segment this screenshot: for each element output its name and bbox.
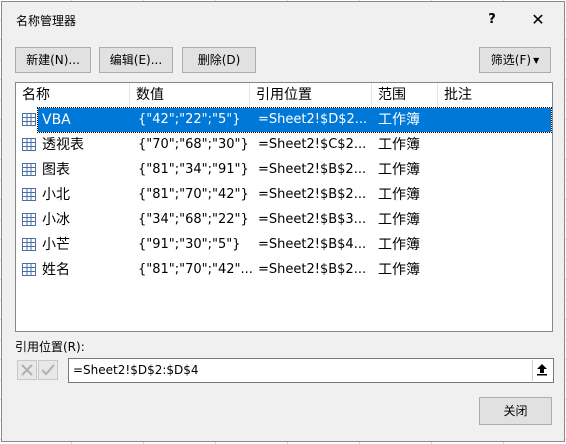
delete-button[interactable]: 删除(D) [182, 47, 256, 73]
reference-label: 引用位置(R): [15, 340, 85, 354]
cell-name: 小芒 [42, 237, 70, 253]
table-row[interactable]: 小芒 {"91";"30";"5"} =Sheet2!$B$4... 工作簿 [16, 233, 552, 257]
column-header-ref[interactable]: 引用位置 [250, 83, 372, 107]
collapse-arrow-icon [537, 364, 547, 376]
cell-name: 图表 [42, 162, 70, 178]
cell-comment [444, 133, 544, 157]
table-row[interactable]: 透视表 {"70";"68";"30"} =Sheet2!$C$2... 工作簿 [16, 133, 552, 157]
cell-ref: =Sheet2!$B$3... [258, 212, 367, 227]
cancel-x-button[interactable] [17, 360, 37, 380]
cell-value: {"81";"70";"42"... [138, 262, 253, 277]
cell-comment [444, 158, 544, 182]
column-header-value[interactable]: 数值 [130, 83, 250, 107]
cell-name: 小北 [42, 187, 70, 203]
cell-ref: =Sheet2!$B$4... [258, 237, 367, 252]
cell-ref: =Sheet2!$B$2... [258, 162, 367, 177]
name-manager-dialog: 名称管理器 ? ✕ 新建(N)... 编辑(E)... 删除(D) 筛选(F) ▼… [1, 1, 565, 442]
named-range-icon [22, 188, 36, 201]
reference-input[interactable]: =Sheet2!$D$2:$D$4 [68, 358, 554, 383]
cell-value: {"81";"34";"91"} [138, 162, 249, 177]
cell-name: 透视表 [42, 137, 84, 153]
title-bar[interactable]: 名称管理器 ? ✕ [2, 2, 564, 36]
close-icon[interactable]: ✕ [526, 9, 550, 31]
column-header-comment[interactable]: 批注 [438, 83, 552, 107]
table-row[interactable]: 小北 {"81";"70";"42"} =Sheet2!$B$2... 工作簿 [16, 183, 552, 207]
cell-value: {"81";"70";"42"} [138, 187, 249, 202]
column-header-name[interactable]: 名称 [16, 83, 130, 107]
x-icon [21, 364, 33, 376]
named-range-icon [22, 263, 36, 276]
cell-scope: 工作簿 [378, 212, 420, 228]
table-row[interactable]: 图表 {"81";"34";"91"} =Sheet2!$B$2... 工作簿 [16, 158, 552, 182]
close-button[interactable]: 关闭 [479, 397, 552, 425]
cell-scope: 工作簿 [378, 137, 420, 153]
cell-scope: 工作簿 [378, 187, 420, 203]
cell-scope: 工作簿 [378, 112, 420, 128]
reference-value: =Sheet2!$D$2:$D$4 [73, 363, 199, 377]
cell-ref: =Sheet2!$B$2... [258, 262, 367, 277]
filter-label: 筛选(F) [490, 53, 532, 67]
cell-comment [444, 233, 544, 257]
cell-scope: 工作簿 [378, 162, 420, 178]
cell-value: {"34";"68";"22"} [138, 212, 249, 227]
new-button[interactable]: 新建(N)... [15, 47, 91, 73]
cell-comment [444, 183, 544, 207]
edit-button[interactable]: 编辑(E)... [99, 47, 173, 73]
cell-ref: =Sheet2!$C$2... [258, 137, 367, 152]
cell-scope: 工作簿 [378, 262, 420, 278]
cell-name: VBA [42, 112, 71, 128]
cell-name: 姓名 [42, 262, 70, 278]
dropdown-arrow-icon: ▼ [533, 56, 540, 65]
help-button[interactable]: ? [480, 9, 504, 31]
named-range-icon [22, 238, 36, 251]
named-range-icon [22, 213, 36, 226]
cell-comment [444, 258, 544, 282]
cell-name: 小冰 [42, 212, 70, 228]
cell-comment [444, 208, 544, 232]
column-header-scope[interactable]: 范围 [372, 83, 438, 107]
cell-scope: 工作簿 [378, 237, 420, 253]
cell-value: {"70";"68";"30"} [138, 137, 249, 152]
cell-ref: =Sheet2!$B$2... [258, 187, 367, 202]
cell-value: {"91";"30";"5"} [138, 237, 241, 252]
table-row[interactable]: 姓名 {"81";"70";"42"... =Sheet2!$B$2... 工作簿 [16, 258, 552, 282]
collapse-dialog-button[interactable] [532, 360, 552, 381]
named-range-icon [22, 113, 36, 126]
confirm-check-button[interactable] [38, 360, 58, 380]
filter-button[interactable]: 筛选(F) ▼ [479, 47, 551, 73]
named-range-icon [22, 138, 36, 151]
cell-comment [444, 108, 544, 132]
table-row[interactable]: VBA {"42";"22";"5"} =Sheet2!$D$2... 工作簿 [16, 107, 552, 133]
table-row[interactable]: 小冰 {"34";"68";"22"} =Sheet2!$B$3... 工作簿 [16, 208, 552, 232]
dialog-title: 名称管理器 [16, 14, 77, 28]
check-icon [41, 364, 55, 376]
cell-value: {"42";"22";"5"} [138, 112, 241, 127]
named-range-icon [22, 163, 36, 176]
list-header: 名称 数值 引用位置 范围 批注 [16, 83, 552, 108]
names-list[interactable]: 名称 数值 引用位置 范围 批注 VBA {"42";"22";"5"} =Shee… [15, 82, 553, 332]
cell-ref: =Sheet2!$D$2... [258, 112, 368, 127]
